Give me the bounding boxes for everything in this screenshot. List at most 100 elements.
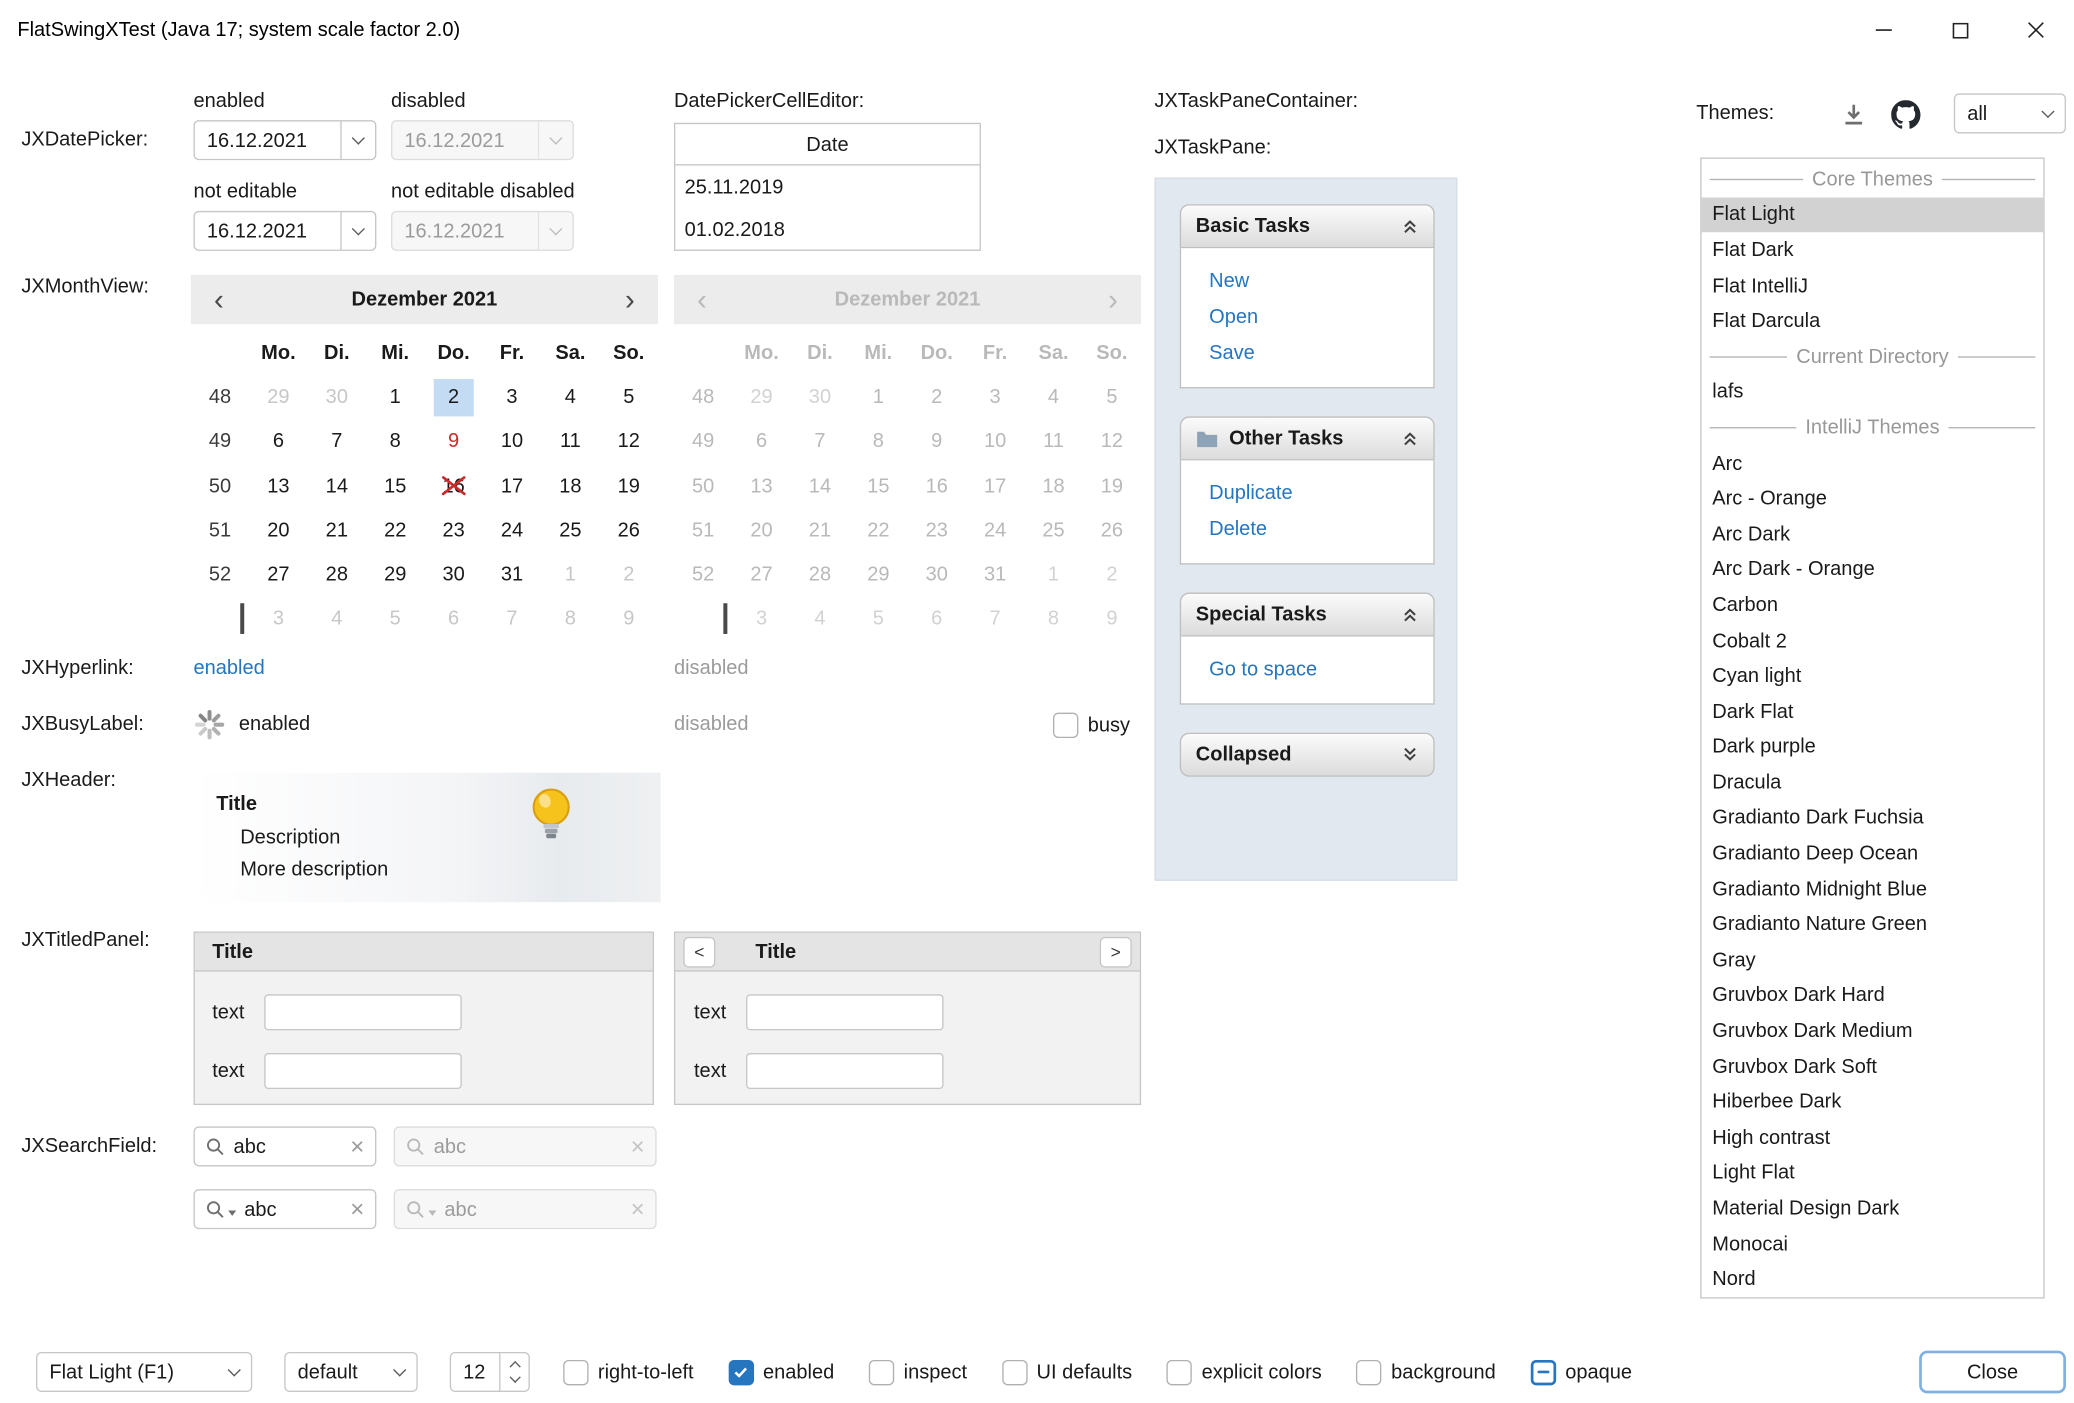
close-window-button[interactable] (1998, 0, 2074, 60)
taskpane-link[interactable]: Save (1209, 342, 1423, 365)
day-cell[interactable]: 12 (600, 420, 658, 464)
github-button[interactable] (1887, 96, 1924, 133)
theme-list-item[interactable]: Monocai (1702, 1226, 2044, 1261)
theme-list-item[interactable]: Gruvbox Dark Medium (1702, 1013, 2044, 1048)
themes-filter-combobox[interactable]: all (1954, 93, 2066, 133)
text-input[interactable] (746, 994, 944, 1030)
search-input-value[interactable]: abc (244, 1198, 342, 1221)
theme-list-item[interactable]: Arc Dark (1702, 516, 2044, 551)
theme-list-item[interactable]: Flat Light (1702, 197, 2044, 232)
day-cell[interactable]: 29 (249, 375, 307, 419)
checkbox-background[interactable]: background (1356, 1359, 1495, 1384)
table-row[interactable]: 25.11.2019 (675, 165, 979, 208)
day-cell[interactable]: 2 (600, 552, 658, 596)
theme-list-item[interactable]: Material Design Dark (1702, 1191, 2044, 1226)
theme-list-item[interactable]: Light Flat (1702, 1155, 2044, 1190)
day-cell[interactable]: 9 (424, 420, 482, 464)
titledpanel-next-button[interactable]: > (1100, 937, 1132, 968)
day-cell[interactable]: 8 (366, 420, 424, 464)
day-cell[interactable]: 16 (424, 464, 482, 508)
datepicker-value[interactable]: 16.12.2021 (195, 121, 340, 158)
dropdown-arrow-icon[interactable] (340, 212, 375, 249)
theme-list-item[interactable]: Nord (1702, 1262, 2044, 1297)
day-cell[interactable]: 4 (308, 597, 366, 641)
datepicker-not-editable[interactable]: 16.12.2021 (194, 211, 377, 251)
day-cell[interactable]: 30 (424, 552, 482, 596)
day-cell[interactable]: 4 (541, 375, 599, 419)
checkbox-opaque[interactable]: opaque (1530, 1359, 1632, 1384)
day-cell[interactable]: 6 (249, 420, 307, 464)
checkbox-explicit-colors[interactable]: explicit colors (1167, 1359, 1322, 1384)
taskpane-link[interactable]: Open (1209, 306, 1423, 329)
prev-month-button[interactable]: ‹ (202, 285, 237, 314)
themes-list[interactable]: Core ThemesFlat LightFlat DarkFlat Intel… (1700, 157, 2044, 1298)
checkbox-right-to-left[interactable]: right-to-left (563, 1359, 693, 1384)
day-cell[interactable]: 13 (249, 464, 307, 508)
theme-list-item[interactable]: Gradianto Deep Ocean (1702, 836, 2044, 871)
taskpane-link[interactable]: Delete (1209, 518, 1423, 541)
day-cell[interactable]: 17 (483, 464, 541, 508)
theme-list-item[interactable]: Gray (1702, 942, 2044, 977)
taskpane-link[interactable]: Go to space (1209, 658, 1423, 681)
day-cell[interactable]: 23 (424, 508, 482, 552)
theme-list-item[interactable]: High contrast (1702, 1120, 2044, 1155)
day-cell[interactable]: 30 (308, 375, 366, 419)
day-cell[interactable]: 19 (600, 464, 658, 508)
theme-list-item[interactable]: Cyan light (1702, 658, 2044, 693)
day-cell[interactable]: 14 (308, 464, 366, 508)
checkbox-enabled[interactable]: enabled (728, 1359, 834, 1384)
day-cell[interactable]: 2 (424, 375, 482, 419)
day-cell[interactable]: 9 (600, 597, 658, 641)
font-size-spinner[interactable]: 12 (450, 1352, 530, 1392)
day-cell[interactable]: 24 (483, 508, 541, 552)
theme-list-item[interactable]: Flat Darcula (1702, 303, 2044, 338)
theme-list-item[interactable]: Arc Dark - Orange (1702, 552, 2044, 587)
title-bar[interactable]: FlatSwingXTest (Java 17; system scale fa… (0, 0, 2074, 60)
day-cell[interactable]: 15 (366, 464, 424, 508)
day-cell[interactable]: 1 (366, 375, 424, 419)
checkbox-inspect[interactable]: inspect (869, 1359, 967, 1384)
taskpane-header[interactable]: Special Tasks (1180, 593, 1435, 637)
theme-list-item[interactable]: Arc (1702, 445, 2044, 480)
theme-list-item[interactable]: Carbon (1702, 587, 2044, 622)
laf-combobox[interactable]: Flat Light (F1) (36, 1352, 252, 1392)
day-cell[interactable]: 3 (483, 375, 541, 419)
taskpane-header[interactable]: Collapsed (1180, 733, 1435, 777)
maximize-button[interactable] (1922, 0, 1998, 60)
day-cell[interactable]: 3 (249, 597, 307, 641)
checkbox-ui-defaults[interactable]: UI defaults (1002, 1359, 1132, 1384)
day-cell[interactable]: 28 (308, 552, 366, 596)
day-cell[interactable]: 1 (541, 552, 599, 596)
clear-icon[interactable]: × (350, 1197, 364, 1221)
minimize-button[interactable] (1846, 0, 1922, 60)
day-cell[interactable]: 10 (483, 420, 541, 464)
spinner-arrows[interactable] (499, 1353, 528, 1390)
day-cell[interactable]: 29 (366, 552, 424, 596)
day-cell[interactable]: 18 (541, 464, 599, 508)
theme-list-item[interactable]: Gruvbox Dark Hard (1702, 978, 2044, 1013)
theme-list-item[interactable]: Cobalt 2 (1702, 623, 2044, 658)
theme-list-item[interactable]: Gradianto Dark Fuchsia (1702, 800, 2044, 835)
dropdown-arrow-icon[interactable] (340, 121, 375, 158)
day-cell[interactable]: 27 (249, 552, 307, 596)
search-field-enabled[interactable]: abc × (194, 1126, 377, 1166)
clear-icon[interactable]: × (350, 1134, 364, 1158)
theme-list-item[interactable]: Dark purple (1702, 729, 2044, 764)
taskpane-link[interactable]: New (1209, 270, 1423, 293)
text-input[interactable] (746, 1053, 944, 1089)
day-cell[interactable]: 11 (541, 420, 599, 464)
day-cell[interactable]: 8 (541, 597, 599, 641)
taskpane-header[interactable]: Other Tasks (1180, 416, 1435, 460)
style-combobox[interactable]: default (284, 1352, 417, 1392)
theme-list-item[interactable]: Dracula (1702, 765, 2044, 800)
theme-list-item[interactable]: Flat IntelliJ (1702, 268, 2044, 303)
day-cell[interactable]: 7 (483, 597, 541, 641)
day-cell[interactable]: 5 (600, 375, 658, 419)
theme-list-item[interactable]: Gradianto Nature Green (1702, 907, 2044, 942)
search-field-with-menu[interactable]: abc × (194, 1189, 377, 1229)
titledpanel-prev-button[interactable]: < (683, 937, 715, 968)
day-cell[interactable]: 25 (541, 508, 599, 552)
datepicker-enabled[interactable]: 16.12.2021 (194, 120, 377, 160)
next-month-button[interactable]: › (613, 285, 648, 314)
search-input-value[interactable]: abc (234, 1135, 343, 1158)
